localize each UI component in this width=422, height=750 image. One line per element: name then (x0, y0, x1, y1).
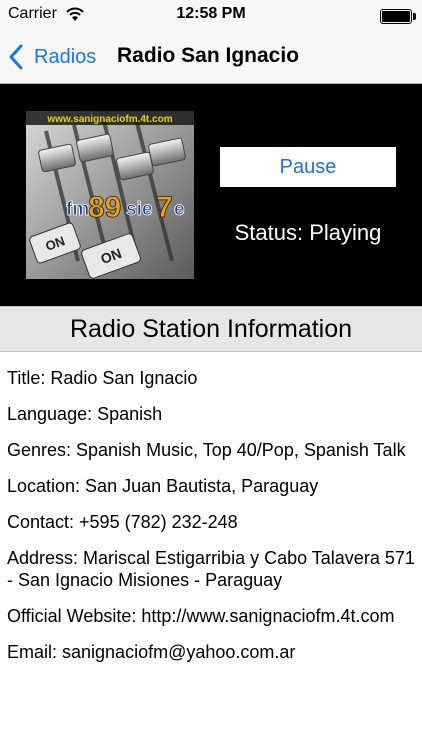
logo-brand-fm: fm (66, 199, 89, 220)
player-panel: www.sanignaciofm.4t.com fm 89 sie 7 e ON… (0, 84, 422, 306)
info-email[interactable]: Email: sanignaciofm@yahoo.com.ar (7, 641, 417, 663)
chevron-left-icon (9, 44, 23, 70)
station-info-list: Title: Radio San Ignacio Language: Spani… (7, 352, 417, 663)
pause-button[interactable]: Pause (220, 147, 396, 187)
playback-status: Status: Playing (234, 220, 382, 245)
battery-level (382, 11, 410, 22)
battery-icon (380, 9, 412, 24)
navigation-bar: Radios Radio San Ignacio (0, 32, 422, 84)
info-location: Location: San Juan Bautista, Paraguay (7, 476, 319, 496)
section-header: Radio Station Information (0, 306, 422, 352)
status-bar: Carrier 12:58 PM (0, 0, 422, 32)
battery-tip (413, 13, 416, 20)
logo-brand-89: 89 (88, 191, 121, 224)
info-address: Address: Mariscal Estigarribia y Cabo Ta… (7, 548, 415, 590)
logo-brand-7: 7 (156, 191, 173, 224)
info-contact[interactable]: Contact: +595 (782) 232-248 (7, 511, 417, 533)
info-language: Language: Spanish (7, 404, 163, 424)
clock: 12:58 PM (176, 5, 246, 22)
info-genres: Genres: Spanish Music, Top 40/Pop, Spani… (7, 440, 406, 460)
logo-brand-sie: sie (126, 199, 152, 220)
back-button-label: Radios (34, 45, 97, 68)
back-button[interactable]: Radios (8, 42, 96, 72)
logo-url-text: www.sanignaciofm.4t.com (46, 114, 172, 125)
info-title: Title: Radio San Ignacio (7, 368, 198, 388)
info-website[interactable]: Official Website: http://www.sanignaciof… (7, 605, 417, 627)
logo-brand-e: e (174, 199, 185, 220)
page-title: Radio San Ignacio (117, 44, 300, 67)
station-logo: www.sanignaciofm.4t.com fm 89 sie 7 e ON… (26, 111, 194, 279)
